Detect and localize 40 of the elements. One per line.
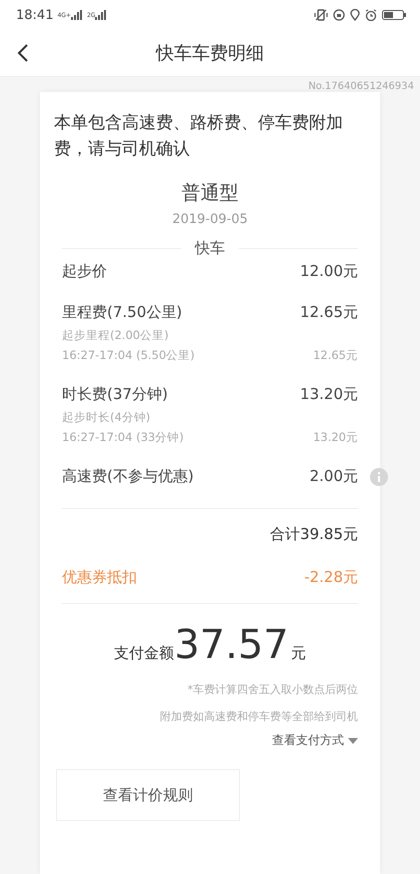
- fee-label: 高速费(不参与优惠): [62, 467, 194, 486]
- currency-unit: 元: [290, 644, 306, 663]
- status-time: 18:41: [16, 8, 54, 22]
- signal-icon: [95, 10, 108, 20]
- discount-label: 优惠券抵扣: [62, 568, 137, 587]
- lock-icon: [333, 9, 345, 21]
- payment-label: 支付金额: [114, 644, 174, 663]
- battery-icon: [382, 9, 406, 21]
- fee-detail: 起步时长(4分钟): [62, 410, 150, 425]
- discount-amount: -2.28元: [304, 568, 358, 587]
- section-title: 快车: [195, 239, 225, 258]
- caret-icon: [348, 738, 358, 744]
- page-title: 快车车费明细: [156, 42, 264, 65]
- fee-detail: 起步里程(2.00公里): [62, 328, 169, 343]
- fee-detail: 16:27-17:04 (5.50公里): [62, 348, 195, 363]
- fee-detail: 16:27-17:04 (33分钟): [62, 430, 184, 445]
- signal-icon: [70, 10, 83, 20]
- car-type: 普通型: [180, 181, 240, 206]
- fee-detail-amount: 12.65元: [313, 348, 358, 363]
- fee-label: 起步价: [62, 262, 107, 281]
- footnote: 附加费如高速费和停车费等全部给到司机: [159, 709, 358, 724]
- back-icon[interactable]: [16, 43, 30, 63]
- alarm-icon: [365, 9, 377, 21]
- fee-amount: 12.00元: [300, 262, 358, 281]
- payment-amount: 37.57: [174, 622, 289, 668]
- fee-label: 时长费(37分钟): [62, 385, 168, 404]
- footnote: *车费计算四舍五入取小数点后两位: [186, 682, 358, 697]
- fee-amount: 2.00元: [310, 467, 358, 486]
- fee-amount: 13.20元: [300, 385, 358, 404]
- total-amount: 合计39.85元: [269, 525, 358, 544]
- notice-text: 本单包含高速费、路桥费、停车费附加费，请与司机确认: [54, 112, 344, 161]
- payment-method-link[interactable]: 查看支付方式: [272, 732, 358, 749]
- vibrate-icon: [314, 9, 328, 21]
- pricing-rules-button[interactable]: 查看计价规则: [56, 769, 240, 821]
- fee-detail-amount: 13.20元: [313, 430, 358, 445]
- fee-label: 里程费(7.50公里): [62, 303, 182, 322]
- trip-date: 2019-09-05: [171, 212, 249, 227]
- order-number: No.17640651246934: [308, 81, 414, 92]
- location-icon: [350, 9, 360, 21]
- fee-amount: 12.65元: [300, 303, 358, 322]
